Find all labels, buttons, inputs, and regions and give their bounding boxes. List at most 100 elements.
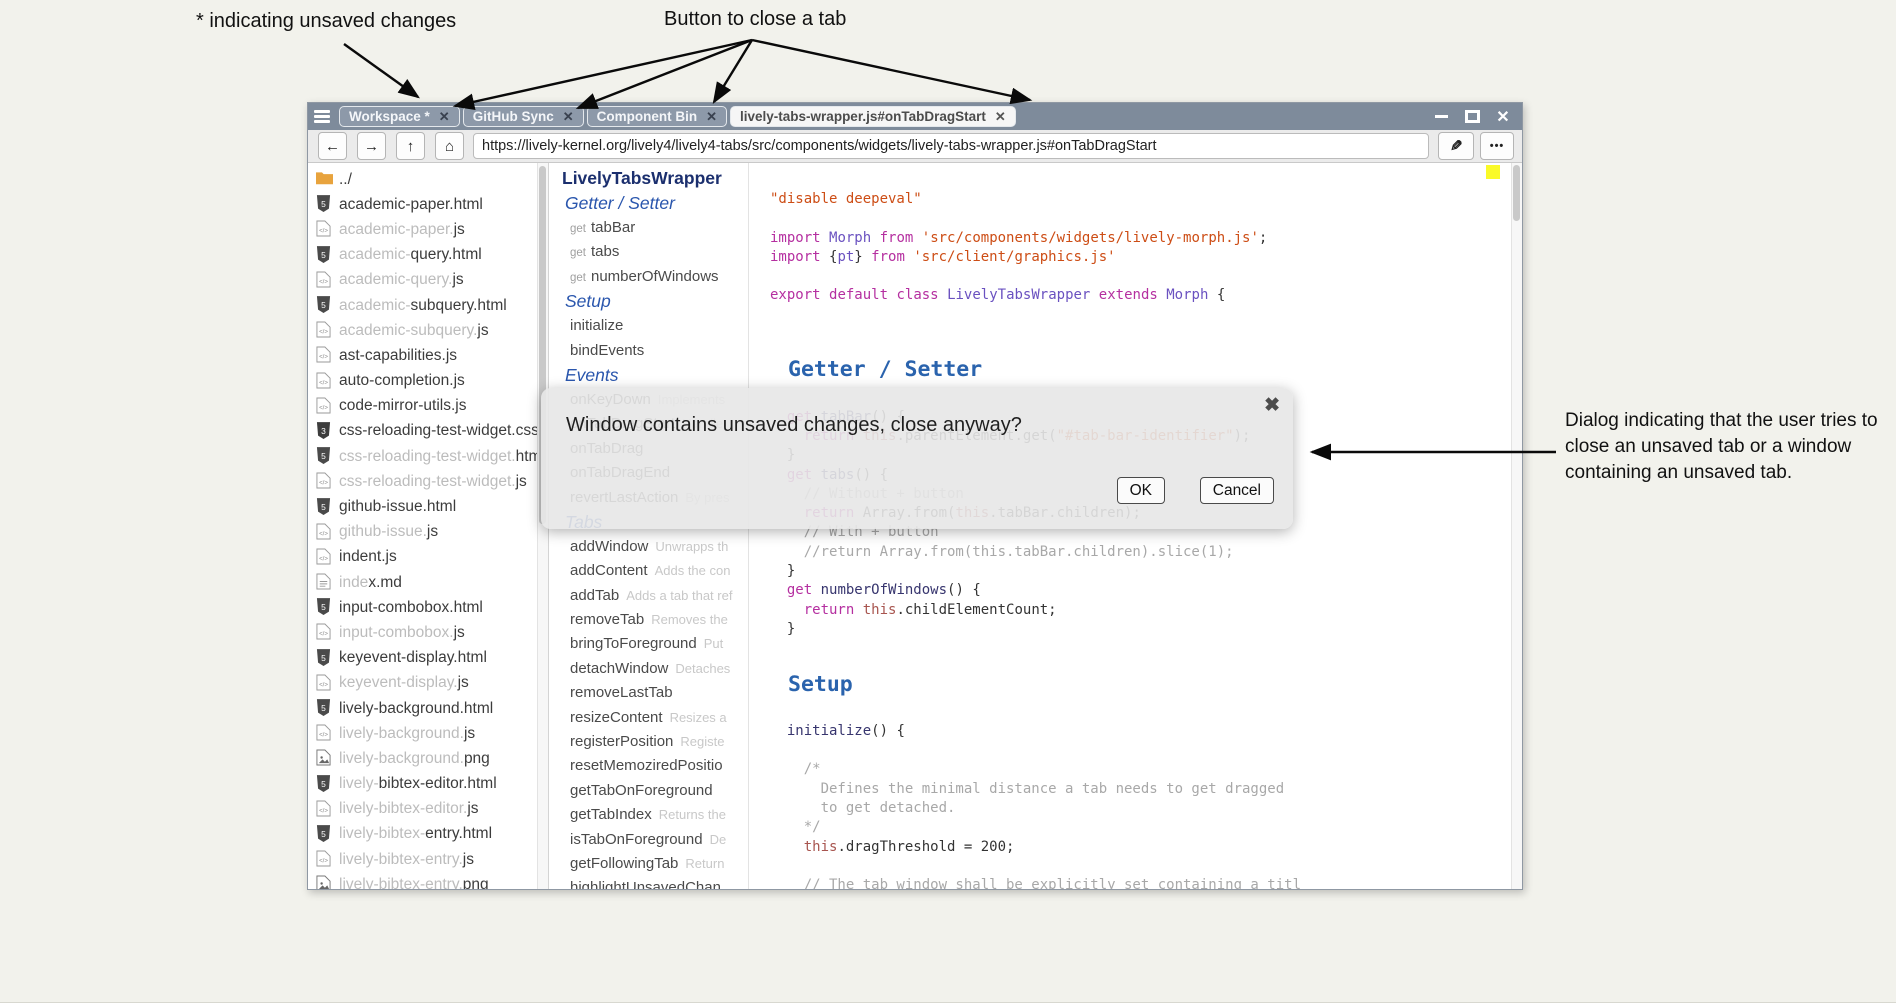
method-name: initialize	[570, 317, 623, 334]
tab-workspace[interactable]: Workspace *✕	[339, 106, 460, 127]
file-item-lively-background-js[interactable]: </>lively-background.js	[308, 721, 548, 746]
outline-method-gettabonforeground[interactable]: getTabOnForeground	[552, 779, 749, 803]
outline-method-gettabindex[interactable]: getTabIndexReturns the	[552, 803, 749, 827]
tab-component-bin[interactable]: Component Bin✕	[587, 106, 727, 127]
outline-method-registerposition[interactable]: registerPositionRegiste	[552, 730, 749, 754]
svg-text:5: 5	[321, 602, 326, 612]
getter-prefix: get	[570, 247, 586, 259]
file-item-lively-bibtex-entry-png[interactable]: lively-bibtex-entry.png	[308, 872, 548, 889]
file-item-academic-subquery-html[interactable]: 5academic-subquery.html	[308, 293, 548, 318]
outline-section-setup[interactable]: Setup	[552, 289, 749, 314]
tab-github-sync[interactable]: GitHub Sync✕	[463, 106, 584, 127]
file-item-css-reloading-test-widget-html[interactable]: 5css-reloading-test-widget.html	[308, 444, 548, 469]
file-item-input-combobox-js[interactable]: </>input-combobox.js	[308, 620, 548, 645]
file-item-index-md[interactable]: index.md	[308, 570, 548, 595]
file-item-lively-background-png[interactable]: lively-background.png	[308, 746, 548, 771]
home-button[interactable]: ⌂	[435, 132, 464, 160]
file-item-code-mirror-utils-js[interactable]: </>code-mirror-utils.js	[308, 394, 548, 419]
tab-bar: Workspace *✕GitHub Sync✕Component Bin✕li…	[336, 103, 1432, 130]
method-name: getFollowingTab	[570, 855, 678, 872]
file-item-lively-bibtex-editor-js[interactable]: </>lively-bibtex-editor.js	[308, 797, 548, 822]
outline-method-resetmemoziredpositio[interactable]: resetMemoziredPositio	[552, 754, 749, 778]
ok-button[interactable]: OK	[1117, 477, 1165, 504]
outline-method-addwindow[interactable]: addWindowUnwrapps th	[552, 535, 749, 559]
forward-button[interactable]: →	[357, 132, 386, 160]
outline-method-tabs[interactable]: gettabs	[552, 240, 749, 264]
menu-icon[interactable]	[314, 110, 330, 123]
outline-method-istabonforeground[interactable]: isTabOnForegroundDe	[552, 828, 749, 852]
more-options-button[interactable]: •••	[1480, 132, 1514, 160]
file-item-academic-paper-js[interactable]: </>academic-paper.js	[308, 217, 548, 242]
tab-close-icon[interactable]: ✕	[439, 109, 450, 125]
method-name: removeTab	[570, 611, 644, 628]
outline-method-bindevents[interactable]: bindEvents	[552, 339, 749, 363]
cancel-button[interactable]: Cancel	[1200, 477, 1274, 504]
outline-method-addcontent[interactable]: addContentAdds the con	[552, 559, 749, 583]
file-name-part: lively-	[339, 775, 379, 793]
outline-method-numberofwindows[interactable]: getnumberOfWindows	[552, 265, 749, 289]
code-line: import {pt} from 'src/client/graphics.js…	[770, 248, 1502, 267]
up-button[interactable]: ↑	[396, 132, 425, 160]
outline-method-initialize[interactable]: initialize	[552, 314, 749, 338]
maximize-icon[interactable]	[1463, 109, 1481, 125]
file-item-input-combobox-html[interactable]: 5input-combobox.html	[308, 595, 548, 620]
outline-method-removetab[interactable]: removeTabRemoves the	[552, 608, 749, 632]
file-name-part: lively-bibtex-	[339, 825, 425, 843]
file-name-part: lively-bibtex-entry.	[339, 876, 463, 889]
url-input[interactable]	[473, 133, 1429, 159]
outline-method-resizecontent[interactable]: resizeContentResizes a	[552, 706, 749, 730]
tab-lively-tabs-wrapper-js-ontabdragstart[interactable]: lively-tabs-wrapper.js#onTabDragStart✕	[730, 106, 1016, 127]
file-item-css-reloading-test-widget-css[interactable]: 3css-reloading-test-widget.css	[308, 419, 548, 444]
file-name-part: lively-background.	[339, 725, 464, 743]
tab-close-icon[interactable]: ✕	[995, 109, 1006, 125]
file-item-ast-capabilities-js[interactable]: </>ast-capabilities.js	[308, 343, 548, 368]
method-name: resizeContent	[570, 709, 663, 726]
file-item-css-reloading-test-widget-js[interactable]: </>css-reloading-test-widget.js	[308, 469, 548, 494]
file-item-academic-paper-html[interactable]: 5academic-paper.html	[308, 192, 548, 217]
minimize-icon[interactable]	[1432, 109, 1450, 125]
html-file-icon: 5	[316, 246, 333, 265]
screen: * indicating unsaved changes Button to c…	[0, 0, 1896, 1003]
file-name-part: js	[463, 851, 474, 869]
outline-method-addtab[interactable]: addTabAdds a tab that ref	[552, 584, 749, 608]
html-file-icon: 5	[316, 699, 333, 718]
file-item-academic-subquery-js[interactable]: </>academic-subquery.js	[308, 318, 548, 343]
outline-method-highlightunsavedchan[interactable]: highlightUnsavedChan	[552, 876, 749, 889]
outline-method-getfollowingtab[interactable]: getFollowingTabReturn	[552, 852, 749, 876]
html-file-icon: 5	[316, 598, 333, 617]
file-item-github-issue-html[interactable]: 5github-issue.html	[308, 494, 548, 519]
outline-section-events[interactable]: Events	[552, 363, 749, 388]
code-line: Getter / Setter	[770, 344, 1502, 388]
file-item-lively-bibtex-editor-html[interactable]: 5lively-bibtex-editor.html	[308, 772, 548, 797]
code-scroll-thumb[interactable]	[1513, 165, 1520, 221]
file-item-github-issue-js[interactable]: </>github-issue.js	[308, 520, 548, 545]
file-item-auto-completion-js[interactable]: </>auto-completion.js	[308, 369, 548, 394]
file-item-academic-query-html[interactable]: 5academic-query.html	[308, 243, 548, 268]
file-item-[interactable]: ../	[308, 167, 548, 192]
outline-method-detachwindow[interactable]: detachWindowDetaches	[552, 657, 749, 681]
file-item-academic-query-js[interactable]: </>academic-query.js	[308, 268, 548, 293]
unsaved-changes-dialog: ✖ Window contains unsaved changes, close…	[541, 388, 1293, 529]
file-item-lively-background-html[interactable]: 5lively-background.html	[308, 696, 548, 721]
code-line	[770, 267, 1502, 286]
edit-pencil-button[interactable]: ✎	[1438, 132, 1474, 160]
js-file-icon: </>	[316, 800, 333, 819]
back-button[interactable]: ←	[318, 132, 347, 160]
outline-method-removelasttab[interactable]: removeLastTab	[552, 681, 749, 705]
tab-close-icon[interactable]: ✕	[706, 109, 717, 125]
file-item-lively-bibtex-entry-html[interactable]: 5lively-bibtex-entry.html	[308, 822, 548, 847]
file-item-keyevent-display-html[interactable]: 5keyevent-display.html	[308, 646, 548, 671]
window-close-icon[interactable]: ✕	[1494, 109, 1512, 125]
file-item-indent-js[interactable]: </>indent.js	[308, 545, 548, 570]
outline-section-getter-setter[interactable]: Getter / Setter	[552, 191, 749, 216]
dialog-close-icon[interactable]: ✖	[1264, 394, 1280, 417]
file-item-keyevent-display-js[interactable]: </>keyevent-display.js	[308, 671, 548, 696]
outline-method-bringtoforeground[interactable]: bringToForegroundPut	[552, 632, 749, 656]
code-line: initialize() {	[770, 722, 1502, 741]
tab-close-icon[interactable]: ✕	[563, 109, 574, 125]
method-name: addWindow	[570, 538, 648, 555]
file-name-part: academic-paper.html	[339, 196, 483, 214]
file-item-lively-bibtex-entry-js[interactable]: </>lively-bibtex-entry.js	[308, 847, 548, 872]
outline-method-tabbar[interactable]: gettabBar	[552, 216, 749, 240]
yellow-status-marker	[1486, 165, 1500, 179]
